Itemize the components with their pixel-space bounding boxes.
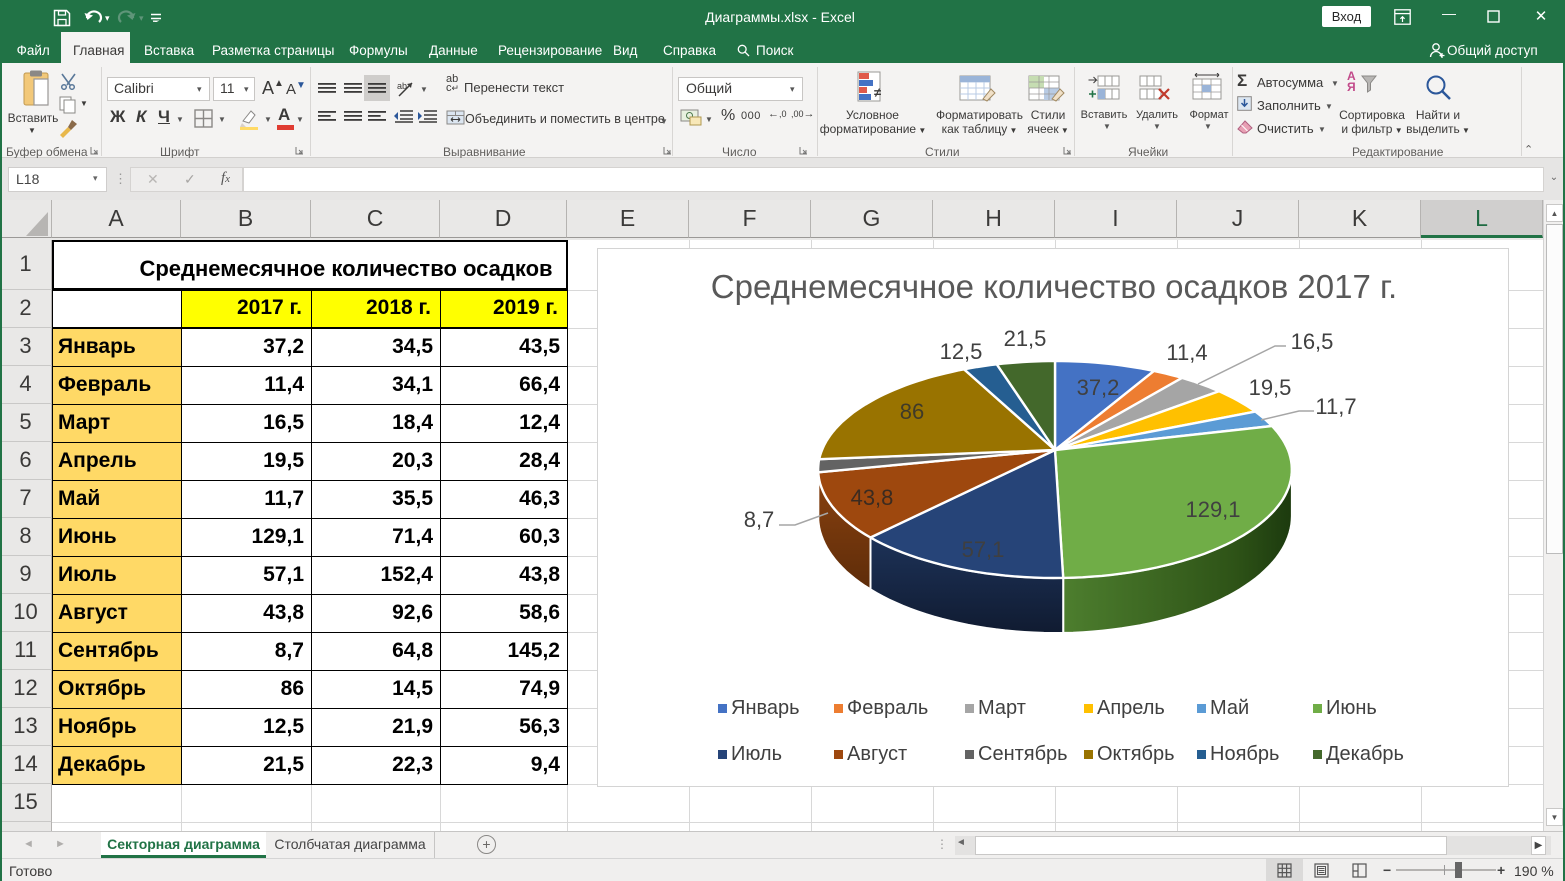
svg-text:ab: ab	[397, 81, 407, 91]
svg-text:≠: ≠	[874, 85, 881, 100]
